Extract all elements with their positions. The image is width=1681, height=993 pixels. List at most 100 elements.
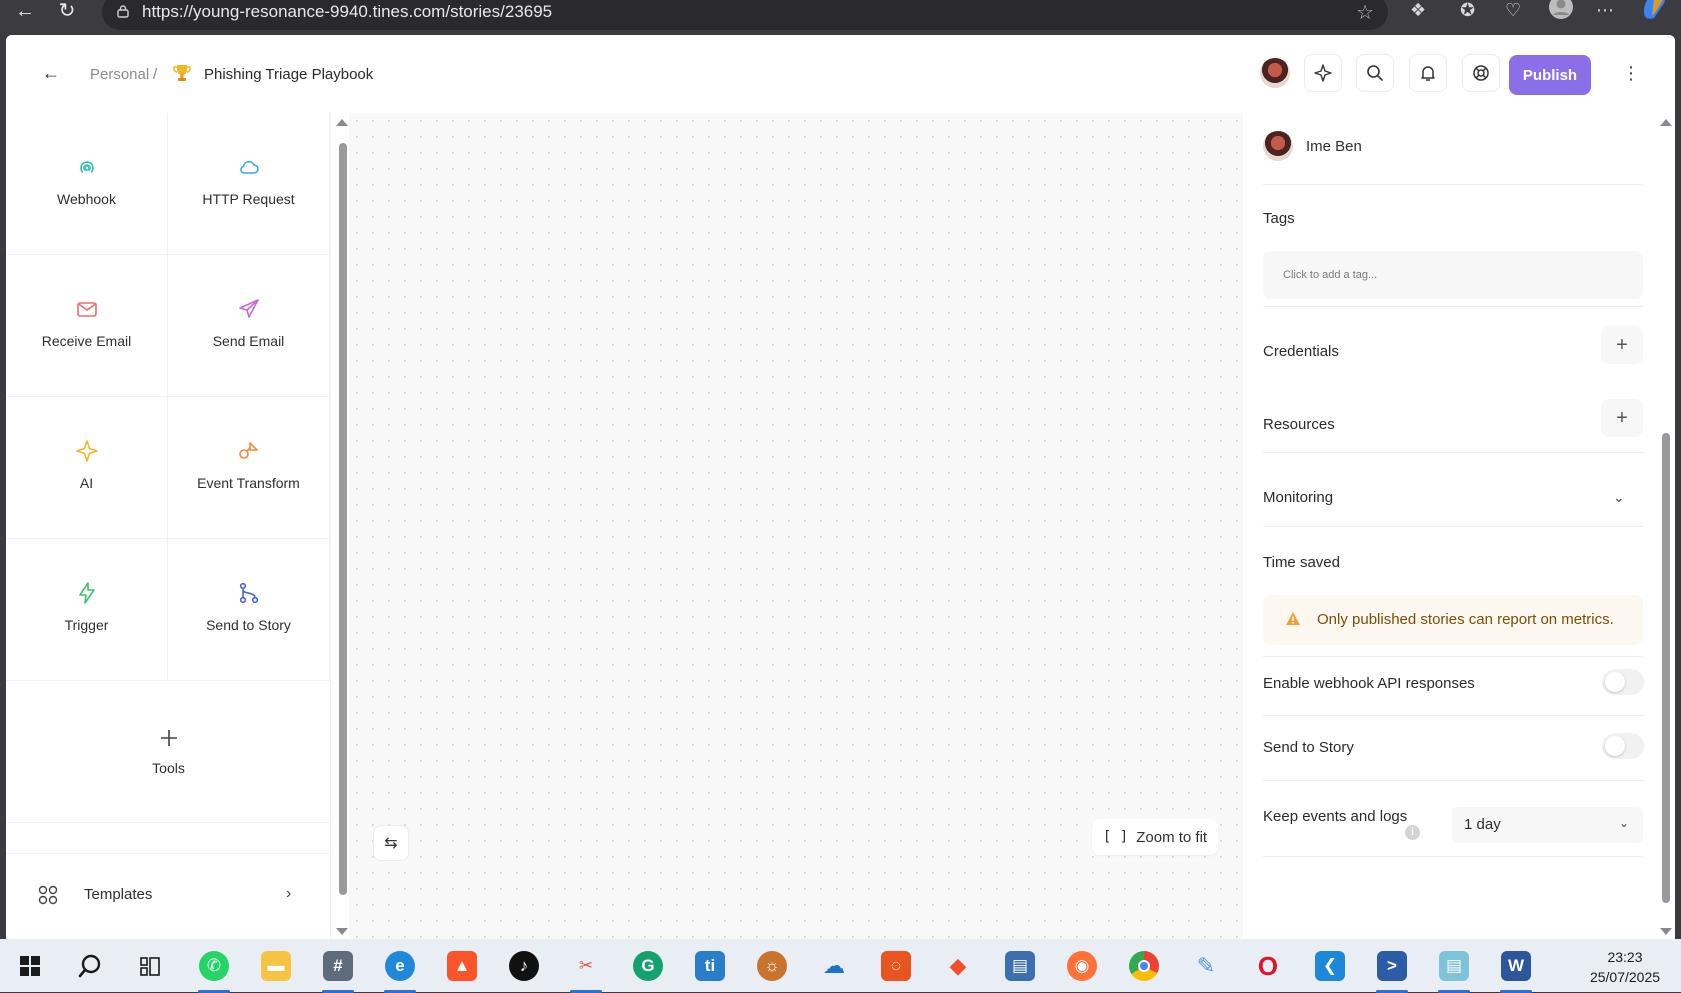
browser-toolbar: ← ↻ https://young-resonance-9940.tines.c… [0,0,1681,35]
reload-icon[interactable]: ↻ [52,0,82,26]
scroll-down-arrow-icon[interactable] [336,928,348,935]
git-icon[interactable]: ◆ [938,946,978,986]
keep-events-select[interactable]: 1 day ⌄ [1452,807,1643,843]
keep-events-title: Keep events and logs [1263,808,1408,825]
whatsapp-icon[interactable]: ✆ [194,946,234,993]
action-tile-http-request[interactable]: HTTP Request [168,113,330,255]
grammarly-icon[interactable]: G [628,946,668,986]
scroll-up-arrow-icon[interactable] [1660,119,1672,126]
scroll-up-arrow-icon[interactable] [336,119,348,126]
add-credential-button[interactable]: + [1601,326,1643,364]
user-avatar[interactable] [1260,58,1290,88]
warning-icon [1286,612,1300,625]
send-to-story-toggle[interactable] [1602,733,1644,759]
plus-icon: + [1616,406,1628,429]
action-tile-send-to-story[interactable]: Send to Story [168,539,330,681]
ti-app-icon[interactable]: ti [690,946,730,986]
file-explorer-icon[interactable]: ▬ [256,946,296,986]
chrome-icon[interactable] [1124,946,1164,986]
divider [1263,184,1643,185]
ubuntu-icon[interactable]: ◌ [876,946,916,986]
edge-icon[interactable]: e [380,946,420,993]
firefox-icon[interactable]: ◉ [1062,946,1102,986]
app-icon[interactable]: ☼ [752,946,792,986]
scroll-thumb[interactable] [1662,433,1670,903]
health-icon[interactable]: ♡ [1505,0,1521,26]
app-page: ← Personal / Phishing Triage Playbook Pu… [6,35,1675,939]
network-icon[interactable]: ▤ [1000,946,1040,986]
story-settings-panel: Ime Ben Tags Credentials + Resources + M… [1243,113,1657,939]
info-icon[interactable]: i [1405,825,1420,840]
left-scrollbar[interactable] [335,113,349,939]
address-bar[interactable]: https://young-resonance-9940.tines.com/s… [102,0,1388,30]
time-saved-title: Time saved [1263,554,1340,571]
notifications-button[interactable] [1409,54,1447,92]
story-canvas[interactable]: ⇆ [ ] Zoom to fit [349,113,1243,939]
calculator-icon[interactable]: # [318,946,358,993]
copilot-icon[interactable] [1640,0,1668,20]
browser-back-icon[interactable]: ← [10,0,40,26]
snipping-tool-icon[interactable]: ✂ [566,946,606,993]
task-view-icon[interactable] [130,946,170,986]
chevron-down-icon: ⌄ [1618,816,1629,830]
webhook-api-toggle[interactable] [1602,669,1644,695]
right-scrollbar[interactable] [1657,113,1675,939]
publish-button[interactable]: Publish [1509,55,1591,95]
more-icon[interactable]: ⋯ [1596,0,1614,26]
scroll-thumb[interactable] [339,143,347,895]
paint-icon[interactable]: ✎ [1186,946,1226,986]
powershell-icon[interactable]: > [1372,946,1412,993]
tile-label: Receive Email [41,332,132,349]
action-tile-receive-email[interactable]: Receive Email [6,255,168,397]
tile-label: Event Transform [197,474,300,491]
profile-icon[interactable] [1548,0,1574,20]
owner-row: Ime Ben [1263,131,1643,177]
tiktok-icon[interactable]: ♪ [504,946,544,986]
word-icon[interactable]: W [1496,946,1536,993]
action-tile-ai[interactable]: AI [6,397,168,539]
zoom-to-fit-button[interactable]: [ ] Zoom to fit [1092,819,1218,855]
back-arrow-icon[interactable]: ← [42,63,66,83]
templates-row[interactable]: Templates › [6,853,331,933]
sparkle-icon [75,439,98,462]
ai-sparkle-button[interactable] [1304,54,1342,92]
plus-icon [160,729,177,746]
action-tile-send-email[interactable]: Send Email [168,255,330,397]
tools-tile[interactable]: Tools [6,681,331,823]
action-tile-webhook[interactable]: Webhook [6,113,168,255]
favorite-star-icon[interactable]: ☆ [1356,0,1374,25]
search-button[interactable] [1356,54,1394,92]
story-title[interactable]: Phishing Triage Playbook [204,66,373,83]
favorites-icon[interactable]: ✪ [1460,0,1475,26]
actions-panel: Webhook HTTP Request Receive Email Send … [6,113,331,939]
toggle-panel-button[interactable]: ⇆ [373,825,409,861]
brave-icon[interactable]: ▲ [442,946,482,986]
lifebuoy-icon [1473,65,1489,81]
system-clock[interactable]: 23:23 25/07/2025 [1580,947,1670,987]
help-button[interactable] [1462,54,1500,92]
action-tile-trigger[interactable]: Trigger [6,539,168,681]
bolt-icon [78,581,95,604]
add-resource-button[interactable]: + [1601,399,1643,437]
vscode-icon[interactable]: ❮ [1310,946,1350,986]
tags-input[interactable] [1263,251,1643,299]
more-options-icon[interactable]: ⋮ [1622,61,1640,85]
monitoring-title[interactable]: Monitoring [1263,489,1333,506]
search-icon[interactable] [70,946,110,986]
breadcrumb-personal[interactable]: Personal [90,66,149,83]
clock-time: 23:23 [1607,949,1643,965]
action-tile-event-transform[interactable]: Event Transform [168,397,330,539]
extensions-icon[interactable]: ❖ [1410,0,1426,26]
bell-icon [1421,66,1435,81]
opera-icon[interactable]: O [1248,946,1288,986]
windows-taskbar: ✆ ▬ # e ▲ ♪ ✂ G ti ☼ ☁ ◌ ◆ ▤ ◉ ✎ O ❮ > ▤… [0,939,1681,993]
mail-icon [76,301,97,317]
scroll-down-arrow-icon[interactable] [1660,928,1672,935]
zoom-to-fit-label: Zoom to fit [1136,828,1208,846]
start-icon[interactable] [10,946,50,986]
notepad-icon[interactable]: ▤ [1434,946,1474,993]
chevron-down-icon[interactable]: ⌄ [1613,489,1625,506]
send-to-story-title: Send to Story [1263,739,1354,756]
onedrive-icon[interactable]: ☁ [814,946,854,986]
sparkle-icon [1314,64,1332,82]
